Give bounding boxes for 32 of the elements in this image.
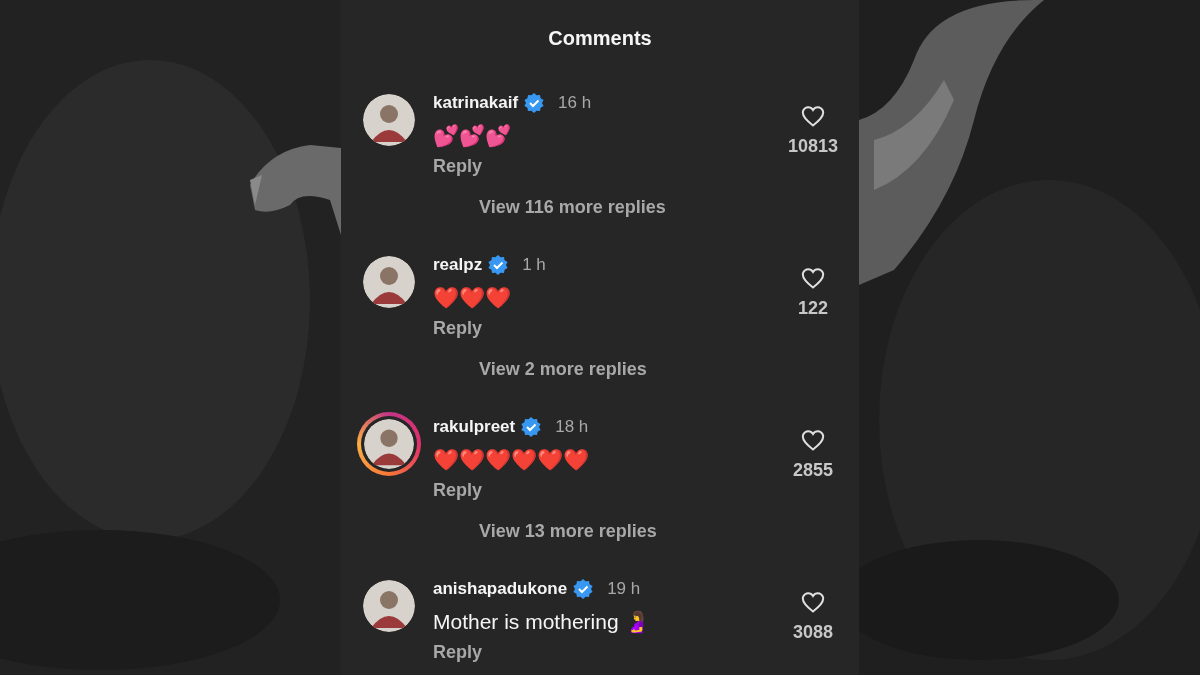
- timestamp: 16 h: [558, 93, 592, 113]
- avatar[interactable]: [363, 256, 415, 308]
- username[interactable]: katrinakaif: [433, 93, 519, 113]
- timestamp: 1 h: [522, 255, 546, 275]
- reply-button[interactable]: Reply: [433, 156, 483, 177]
- username[interactable]: anishapadukone: [433, 579, 568, 599]
- view-replies-link[interactable]: View 116 more replies: [479, 197, 666, 218]
- comment-text: ❤❤❤: [433, 286, 511, 310]
- view-replies-link[interactable]: View 13 more replies: [479, 521, 657, 542]
- like-count: 3088: [792, 622, 833, 643]
- avatar[interactable]: [363, 580, 415, 632]
- comment-text: Mother is mothering 🤰: [433, 610, 651, 634]
- heart-icon[interactable]: [800, 428, 826, 452]
- timestamp: 18 h: [555, 417, 589, 437]
- username[interactable]: realpz: [433, 255, 483, 275]
- reply-button[interactable]: Reply: [433, 480, 483, 501]
- avatar[interactable]: [364, 419, 414, 469]
- timestamp: 19 h: [607, 579, 641, 599]
- heart-icon[interactable]: [800, 104, 826, 128]
- heart-icon[interactable]: [800, 590, 826, 614]
- comment-text: 💕💕💕: [433, 124, 511, 148]
- reply-button[interactable]: Reply: [433, 642, 483, 663]
- comment-text: ❤❤❤❤❤❤: [433, 448, 589, 472]
- heart-icon[interactable]: [800, 266, 826, 290]
- avatar[interactable]: [363, 94, 415, 146]
- panel-title: Comments: [547, 26, 653, 51]
- reply-button[interactable]: Reply: [433, 318, 483, 339]
- like-count: 2855: [792, 460, 833, 481]
- username[interactable]: rakulpreet: [433, 417, 516, 437]
- view-replies-link[interactable]: View 2 more replies: [479, 359, 647, 380]
- like-count: 122: [797, 298, 828, 319]
- like-count: 10813: [787, 136, 839, 157]
